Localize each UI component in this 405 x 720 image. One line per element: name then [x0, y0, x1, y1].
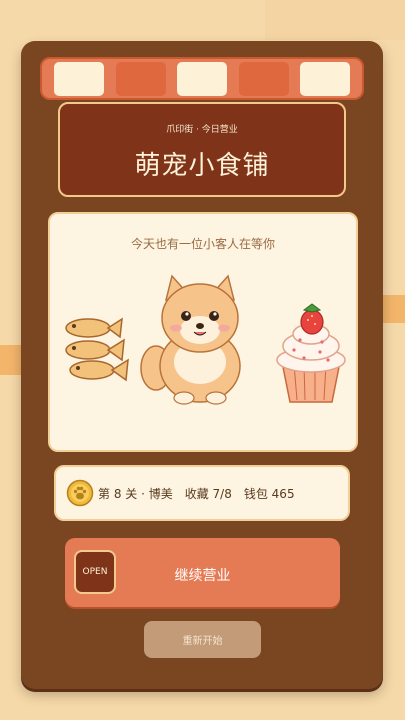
awning-stripe: [238, 61, 289, 96]
awning-stripe: [300, 61, 350, 96]
background-tile: [265, 0, 405, 40]
stage-message: 今天也有一位小客人在等你: [130, 237, 275, 251]
pomeranian-icon: [140, 274, 241, 405]
shop-awning: [40, 57, 364, 100]
cupcake-icon: [276, 303, 346, 403]
awning-stripe: [115, 61, 166, 96]
restart-button[interactable]: 重新开始: [144, 621, 261, 658]
continue-button[interactable]: OPEN 继续营业: [65, 538, 340, 607]
collection-count: 收藏 7/8: [184, 486, 232, 501]
awning-stripe: [177, 61, 227, 96]
level-label: 第 8 关 · 博美: [98, 486, 173, 501]
continue-button-label: 继续营业: [174, 568, 231, 584]
shop-sign: 爪印街 · 今日营业 萌宠小食铺: [58, 102, 346, 197]
wallet-balance: 钱包 465: [243, 486, 295, 501]
background-stripe: [0, 345, 21, 375]
paw-coin-icon: [66, 479, 94, 507]
fish-snacks-icon: [65, 317, 129, 382]
awning-stripe: [54, 61, 104, 96]
background-stripe: [383, 295, 405, 323]
shop-title: 萌宠小食铺: [134, 151, 270, 181]
sign-subtitle: 爪印街 · 今日营业: [166, 125, 238, 135]
status-bar: 第 8 关 · 博美 收藏 7/8 钱包 465: [54, 465, 350, 521]
customer-stage: 今天也有一位小客人在等你: [48, 212, 358, 452]
status-text: 第 8 关 · 博美 收藏 7/8 钱包 465: [98, 485, 307, 502]
